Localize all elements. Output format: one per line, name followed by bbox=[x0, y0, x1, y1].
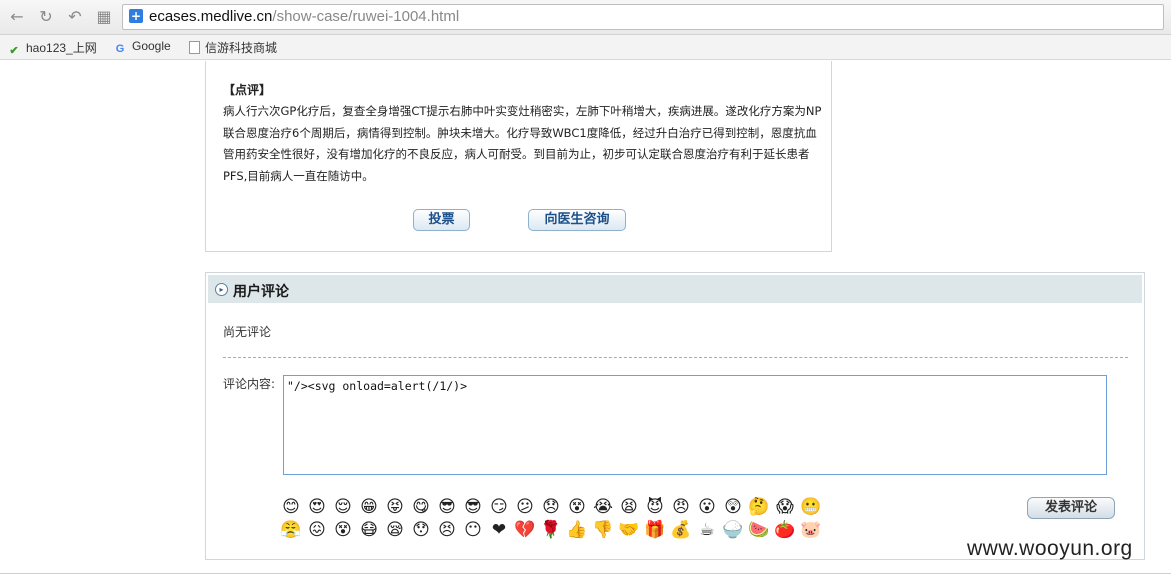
consult-doctor-button[interactable]: 向医生咨询 bbox=[528, 209, 626, 231]
google-icon: G bbox=[115, 43, 125, 55]
back-icon[interactable]: ← bbox=[8, 8, 26, 26]
emoticon-icon[interactable]: ☕ bbox=[696, 519, 718, 541]
emoticon-icon[interactable]: 😵 bbox=[332, 519, 354, 541]
site-icon: + bbox=[129, 9, 143, 23]
emoticon-icon[interactable]: 🎁 bbox=[644, 519, 666, 541]
bookmarks-bar: ✔ hao123_上网 G Google 信游科技商城 bbox=[0, 35, 1171, 60]
browser-toolbar: ← ↻ ↶ ▦ + ecases.medlive.cn/show-case/ru… bbox=[0, 0, 1171, 35]
emoticon-icon[interactable]: 😏 bbox=[488, 496, 510, 518]
reload-icon[interactable]: ↻ bbox=[37, 8, 55, 26]
emoticon-icon[interactable]: 😯 bbox=[410, 519, 432, 541]
url-path: /show-case/ruwei-1004.html bbox=[272, 8, 460, 25]
emoticon-icon[interactable]: 😫 bbox=[618, 496, 640, 518]
emoticon-icon[interactable]: 😮 bbox=[696, 496, 718, 518]
no-comments-text: 尚无评论 bbox=[223, 325, 272, 339]
comment-content-label: 评论内容: bbox=[223, 377, 276, 391]
emoticon-icon[interactable]: 👍 bbox=[566, 519, 588, 541]
page-icon bbox=[189, 41, 200, 54]
emoticon-icon[interactable]: 😶 bbox=[462, 519, 484, 541]
emoticon-icon[interactable]: 🐷 bbox=[800, 519, 822, 541]
emoticon-icon[interactable]: 🤝 bbox=[618, 519, 640, 541]
emoticon-icon[interactable]: 😋 bbox=[410, 496, 432, 518]
emoticon-icon[interactable]: 😤 bbox=[280, 519, 302, 541]
emoticon-icon[interactable]: 🍉 bbox=[748, 519, 770, 541]
emoticon-icon[interactable]: 💰 bbox=[670, 519, 692, 541]
emoticon-icon[interactable]: 😍 bbox=[306, 496, 328, 518]
emoticon-icon[interactable]: 💔 bbox=[514, 519, 536, 541]
undo-icon[interactable]: ↶ bbox=[66, 8, 84, 26]
emoticon-icon[interactable]: 😱 bbox=[774, 496, 796, 518]
comment-textarea[interactable] bbox=[283, 375, 1107, 475]
emoticon-icon[interactable]: 😵 bbox=[566, 496, 588, 518]
comments-header: ▸ 用户评论 bbox=[208, 275, 1142, 303]
bottom-border bbox=[0, 573, 1171, 574]
address-bar[interactable]: + ecases.medlive.cn/show-case/ruwei-1004… bbox=[122, 4, 1164, 30]
emoticon-icon[interactable]: 🍅 bbox=[774, 519, 796, 541]
emoticon-icon[interactable]: 😈 bbox=[644, 496, 666, 518]
review-body: 病人行六次GP化疗后，复查全身增强CT提示右肺中叶实变灶稍密实，左肺下叶稍增大，… bbox=[223, 104, 822, 183]
emoticon-icon[interactable]: 👎 bbox=[592, 519, 614, 541]
arrow-circle-icon: ▸ bbox=[215, 283, 228, 296]
emoticon-icon[interactable]: 😝 bbox=[384, 496, 406, 518]
hao123-icon: ✔ bbox=[9, 45, 19, 57]
case-review-panel: 【点评】 病人行六次GP化疗后，复查全身增强CT提示右肺中叶实变灶稍密实，左肺下… bbox=[205, 61, 832, 252]
emoticon-icon[interactable]: 😲 bbox=[722, 496, 744, 518]
url-host: ecases.medlive.cn bbox=[149, 8, 273, 25]
emoticon-icon[interactable]: 😕 bbox=[514, 496, 536, 518]
bookmark-xinyou[interactable]: 信游科技商城 bbox=[189, 39, 277, 56]
emoticon-icon[interactable]: 😎 bbox=[462, 496, 484, 518]
emoticon-icon[interactable]: 😖 bbox=[306, 519, 328, 541]
emoticon-icon[interactable]: ❤ bbox=[488, 519, 510, 541]
bookmark-google[interactable]: G Google bbox=[113, 39, 171, 56]
bookmark-hao123[interactable]: ✔ hao123_上网 bbox=[7, 39, 97, 58]
watermark: www.wooyun.org bbox=[967, 537, 1133, 560]
emoticon-icon[interactable]: 😎 bbox=[436, 496, 458, 518]
emoticon-icon[interactable]: 😌 bbox=[332, 496, 354, 518]
emoticon-icon[interactable]: 😁 bbox=[358, 496, 380, 518]
vote-button[interactable]: 投票 bbox=[413, 209, 470, 231]
comments-title: 用户评论 bbox=[233, 284, 289, 300]
emoticon-icon[interactable]: 😬 bbox=[800, 496, 822, 518]
grid-icon[interactable]: ▦ bbox=[95, 8, 113, 26]
bookmark-label: hao123_上网 bbox=[26, 41, 97, 55]
emoticon-icon[interactable]: 😭 bbox=[592, 496, 614, 518]
address-text: ecases.medlive.cn/show-case/ruwei-1004.h… bbox=[149, 8, 459, 25]
submit-comment-button[interactable]: 发表评论 bbox=[1027, 497, 1115, 519]
emoticon-icon[interactable]: 😞 bbox=[540, 496, 562, 518]
divider bbox=[223, 357, 1128, 358]
user-comments-panel: ▸ 用户评论 尚无评论 评论内容: 😊😍😌😁😝😋😎😎😏😕😞😵😭😫😈😠😮😲🤔😱😬😤… bbox=[205, 272, 1145, 560]
emoticon-icon[interactable]: 🤔 bbox=[748, 496, 770, 518]
emoticon-icon[interactable]: 😠 bbox=[670, 496, 692, 518]
bookmark-label: 信游科技商城 bbox=[205, 41, 278, 55]
emoticon-icon[interactable]: 😣 bbox=[436, 519, 458, 541]
emoticon-icon[interactable]: 😊 bbox=[280, 496, 302, 518]
emoticon-icon[interactable]: 🍚 bbox=[722, 519, 744, 541]
emoticon-icon[interactable]: 😪 bbox=[384, 519, 406, 541]
emoticon-icon[interactable]: 🌹 bbox=[540, 519, 562, 541]
review-title: 【点评】 bbox=[223, 83, 272, 97]
bookmark-label: Google bbox=[132, 39, 171, 53]
emoticon-icon[interactable]: 😷 bbox=[358, 519, 380, 541]
